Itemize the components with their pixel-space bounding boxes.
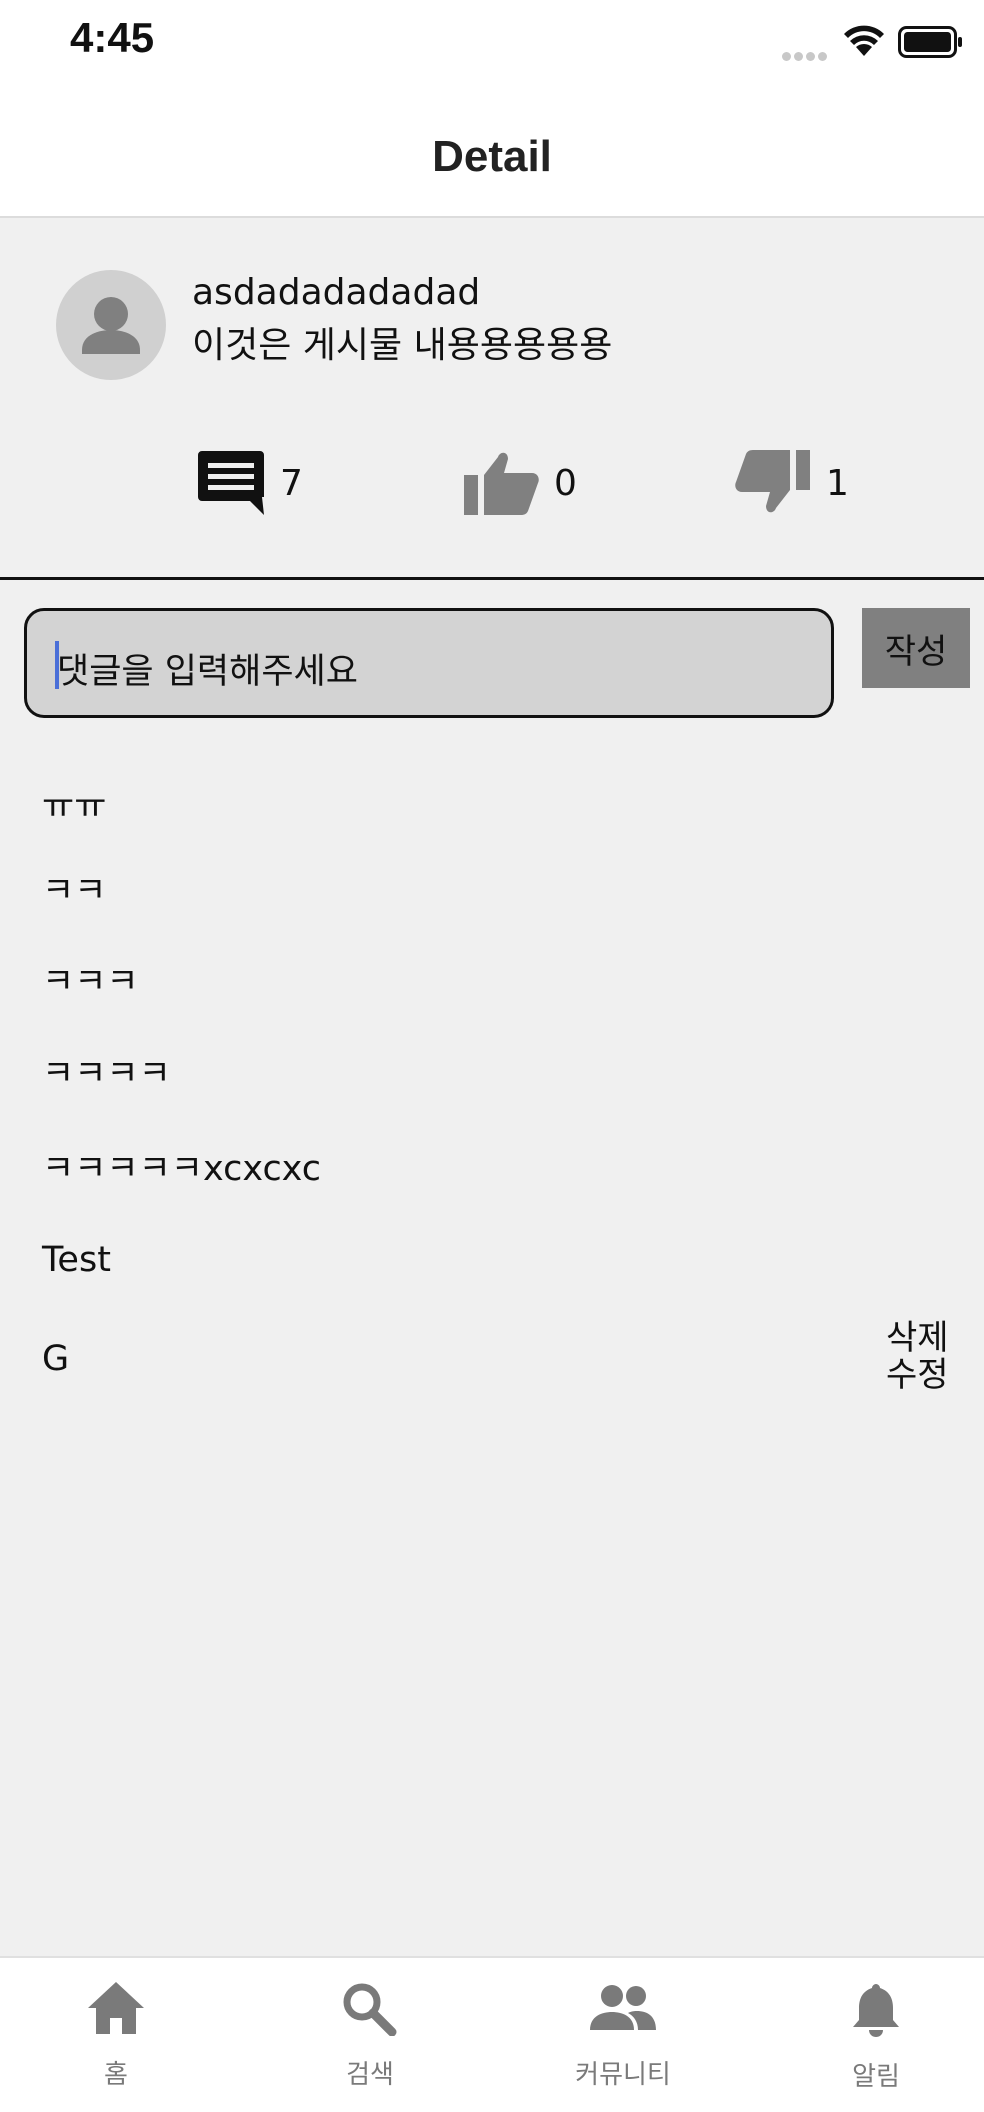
- tab-home-label: 홈: [104, 2060, 128, 2090]
- post-content: 이것은 게시물 내용용용용용: [192, 325, 613, 366]
- page-title: Detail: [432, 132, 552, 181]
- comment-item: ㅋㅋ: [42, 871, 107, 911]
- thumbs-down-icon: [735, 450, 810, 513]
- avatar: [56, 270, 166, 380]
- tab-search-label: 검색: [346, 2060, 394, 2090]
- like-count: 0: [554, 462, 577, 504]
- signal-icon: [782, 46, 832, 61]
- tab-alerts[interactable]: 알림: [796, 1980, 956, 2093]
- bell-icon: [853, 1984, 899, 2037]
- comment-stat[interactable]: 7: [196, 446, 303, 520]
- tab-home[interactable]: 홈: [36, 1980, 196, 2091]
- person-icon: [82, 297, 140, 354]
- tab-alerts-label: 알림: [852, 2062, 900, 2092]
- tab-search[interactable]: 검색: [290, 1980, 450, 2091]
- battery-icon: [898, 26, 962, 58]
- comment-count: 7: [280, 462, 303, 504]
- comment-item: ㅋㅋㅋㅋㅋxcxcxc: [42, 1149, 322, 1189]
- comment-icon: [198, 451, 264, 515]
- thumbs-up-icon: [464, 452, 539, 515]
- tab-community-label: 커뮤니티: [575, 2060, 671, 2090]
- post-card: asdadadadadad 이것은 게시물 내용용용용용 7 0 1: [0, 218, 984, 580]
- dislike-count: 1: [826, 462, 849, 504]
- comment-input-placeholder: 댓글을 입력해주세요: [57, 652, 358, 692]
- submit-comment-button[interactable]: 작성: [862, 608, 970, 688]
- search-icon: [343, 1983, 397, 2036]
- post-author: asdadadadadad: [192, 272, 481, 313]
- comment-item: ㅠㅠ: [42, 787, 107, 827]
- tab-community[interactable]: 커뮤니티: [543, 1980, 703, 2091]
- dislike-button[interactable]: 1: [734, 446, 849, 520]
- comment-actions: 삭제 수정: [886, 1320, 949, 1394]
- wifi-icon: [844, 25, 884, 56]
- home-icon: [88, 1982, 144, 2034]
- comment-item: Test: [42, 1240, 111, 1280]
- tab-bar: 홈 검색 커뮤니티 알림: [0, 1956, 984, 2112]
- comment-item: ㅋㅋㅋ: [42, 962, 139, 1002]
- status-time: 4:45: [70, 14, 155, 61]
- delete-comment-button[interactable]: 삭제: [886, 1320, 949, 1357]
- comment-item: ㅋㅋㅋㅋ: [42, 1054, 171, 1094]
- like-button[interactable]: 0: [462, 446, 577, 520]
- people-icon: [590, 1985, 656, 2030]
- edit-comment-button[interactable]: 수정: [886, 1357, 949, 1394]
- status-bar: 4:45: [0, 0, 984, 86]
- comment-input[interactable]: 댓글을 입력해주세요: [24, 608, 834, 718]
- navigation-header: Detail: [0, 86, 984, 218]
- comment-item: G: [42, 1339, 70, 1379]
